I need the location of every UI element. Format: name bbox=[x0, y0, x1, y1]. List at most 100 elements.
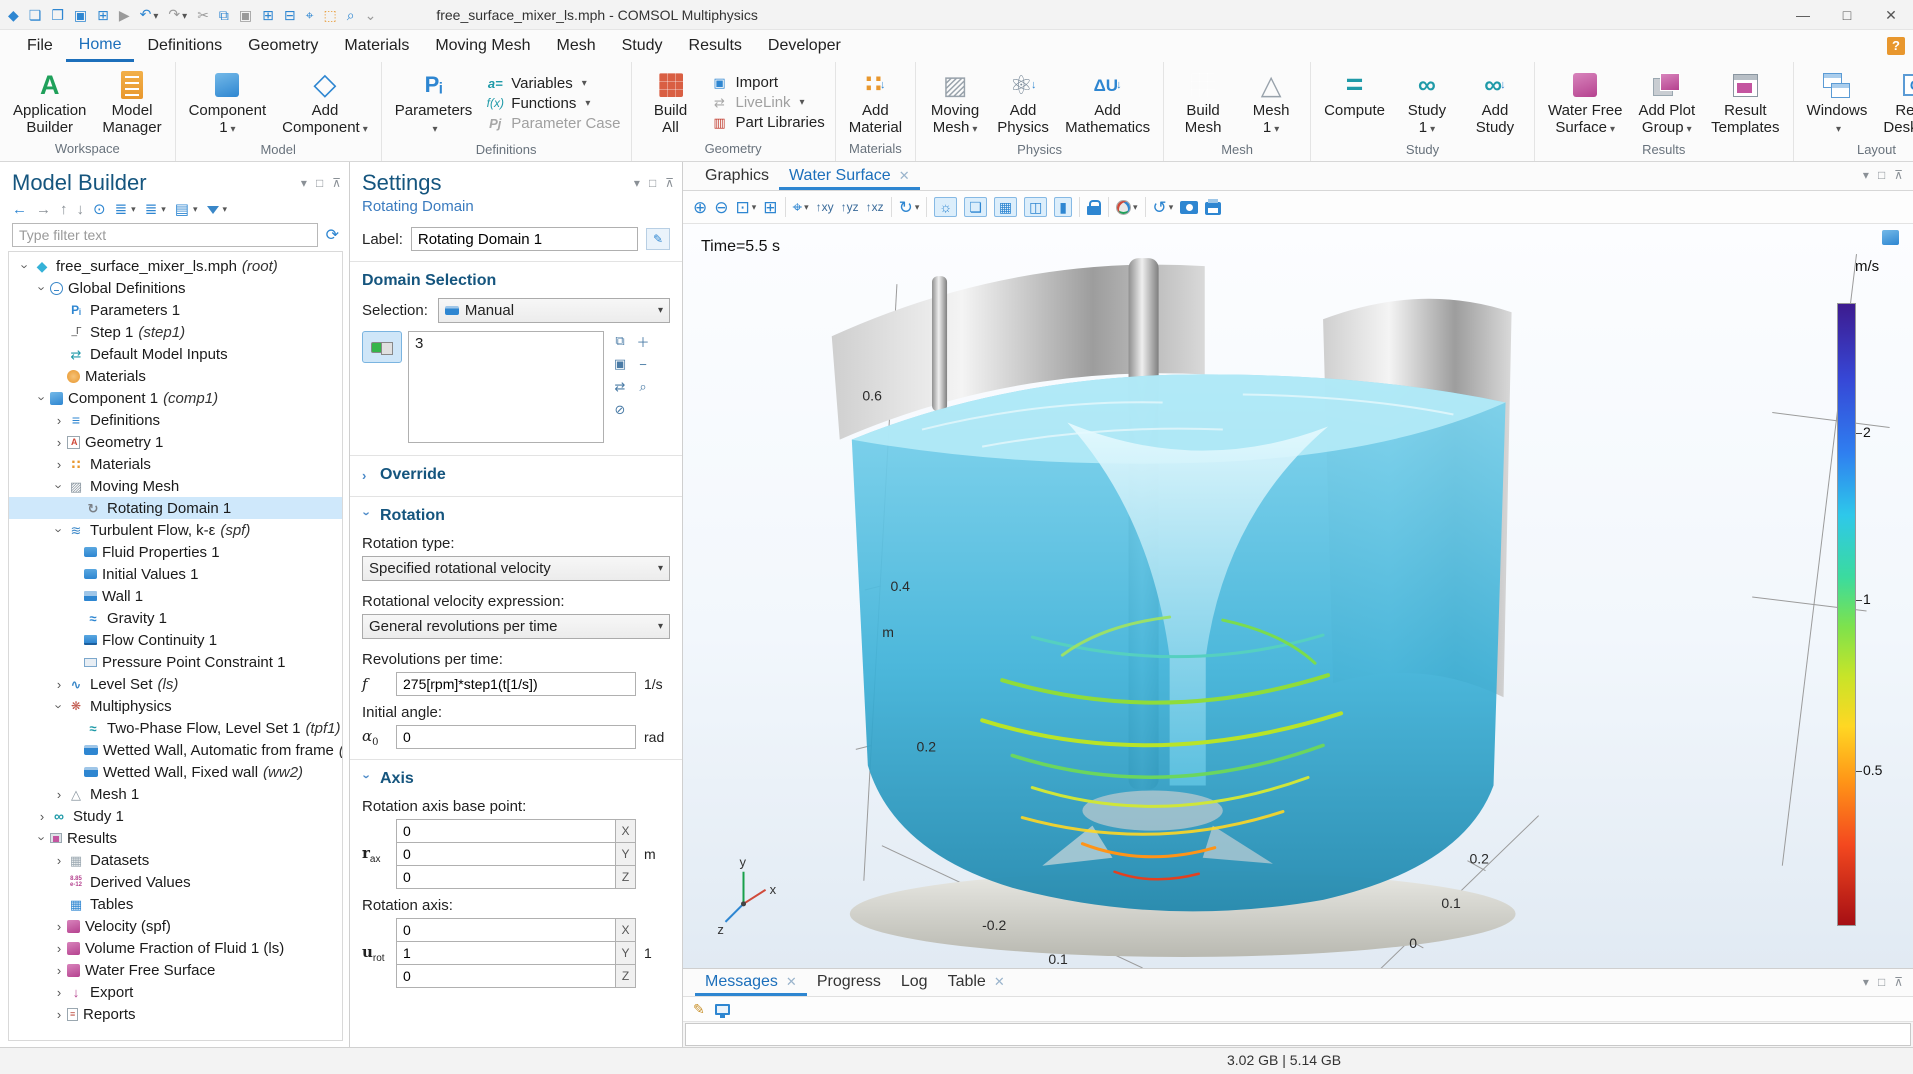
tree-item-wall-1[interactable]: Wall 1 bbox=[9, 585, 342, 607]
zoom-to-selection-icon[interactable]: ⌕ bbox=[633, 377, 653, 397]
close-button[interactable]: ✕ bbox=[1869, 0, 1913, 30]
panel-menu-icon[interactable]: ▾ bbox=[1863, 975, 1869, 989]
tree-item-definitions[interactable]: Definitions bbox=[9, 409, 342, 431]
tree-item-materials-global[interactable]: Materials bbox=[9, 365, 342, 387]
save-icon[interactable]: ▣ bbox=[74, 8, 87, 22]
menu-moving-mesh[interactable]: Moving Mesh bbox=[422, 30, 543, 62]
caret-icon[interactable] bbox=[51, 699, 67, 714]
cut-icon[interactable]: ✂ bbox=[197, 8, 209, 22]
tree-item-step[interactable]: Step 1(step1) bbox=[9, 321, 342, 343]
component-1-button[interactable]: Component1▾ bbox=[182, 66, 274, 140]
pin-panel-icon[interactable]: ⊼ bbox=[332, 176, 341, 190]
color-legend-icon[interactable]: ▮ bbox=[1054, 197, 1072, 217]
domain-selection-list[interactable]: 3 bbox=[408, 331, 604, 443]
plot-window-icon[interactable] bbox=[1882, 230, 1899, 245]
minimize-button[interactable]: — bbox=[1781, 0, 1825, 30]
tree-item-gravity-1[interactable]: Gravity 1 bbox=[9, 607, 342, 629]
menu-study[interactable]: Study bbox=[609, 30, 676, 62]
go-to-default-view-icon[interactable]: ⌖▾ bbox=[793, 199, 809, 216]
menu-mesh[interactable]: Mesh bbox=[543, 30, 608, 62]
paste-icon[interactable]: ▣ bbox=[239, 8, 252, 22]
tab-messages[interactable]: Messages✕ bbox=[695, 973, 807, 996]
caret-icon[interactable] bbox=[51, 523, 67, 538]
rotation-axis-y-input[interactable] bbox=[397, 942, 615, 964]
zoom-out-icon[interactable]: ⊖ bbox=[714, 199, 728, 216]
clear-selection-icon[interactable]: ⬚ bbox=[324, 8, 337, 22]
float-panel-icon[interactable]: □ bbox=[649, 176, 656, 190]
menu-materials[interactable]: Materials bbox=[331, 30, 422, 62]
tree-item-results[interactable]: Results bbox=[9, 827, 342, 849]
tab-table[interactable]: Table✕ bbox=[938, 973, 1015, 996]
caret-icon[interactable] bbox=[34, 391, 50, 406]
add-physics-button[interactable]: ⚛↓AddPhysics bbox=[990, 66, 1056, 140]
tree-item-velocity[interactable]: Velocity (spf) bbox=[9, 915, 342, 937]
tab-log[interactable]: Log bbox=[891, 973, 938, 996]
menu-definitions[interactable]: Definitions bbox=[134, 30, 235, 62]
add-material-button[interactable]: ∷↓AddMaterial bbox=[842, 66, 909, 139]
revolutions-per-time-input[interactable] bbox=[396, 672, 636, 696]
tree-item-wetted-wall-1[interactable]: Wetted Wall, Automatic from frame(ww1) bbox=[9, 739, 342, 761]
tree-item-mesh-1[interactable]: Mesh 1 bbox=[9, 783, 342, 805]
pin-panel-icon[interactable]: ⊼ bbox=[665, 176, 674, 190]
open-icon[interactable]: ❒ bbox=[51, 8, 64, 22]
filter-icon[interactable] bbox=[207, 206, 219, 214]
build-all-button[interactable]: BuildAll bbox=[638, 66, 704, 139]
caret-icon[interactable] bbox=[51, 1007, 67, 1022]
panel-menu-icon[interactable]: ▾ bbox=[301, 176, 307, 190]
tree-item-two-phase-flow[interactable]: Two-Phase Flow, Level Set 1(tpf1) bbox=[9, 717, 342, 739]
caret-icon[interactable] bbox=[51, 457, 67, 472]
run-icon[interactable]: ▶ bbox=[119, 8, 130, 22]
tree-item-wetted-wall-2[interactable]: Wetted Wall, Fixed wall(ww2) bbox=[9, 761, 342, 783]
tree-item-component-1[interactable]: Component 1(comp1) bbox=[9, 387, 342, 409]
tree-item-level-set[interactable]: Level Set(ls) bbox=[9, 673, 342, 695]
rve-dropdown[interactable]: General revolutions per time▾ bbox=[362, 614, 670, 639]
open-in-window-icon[interactable] bbox=[715, 1004, 730, 1015]
view-xz-icon[interactable]: ↑xz bbox=[866, 201, 884, 213]
initial-angle-input[interactable] bbox=[396, 725, 636, 749]
snapshot-icon[interactable] bbox=[1180, 201, 1198, 214]
caret-icon[interactable] bbox=[51, 413, 67, 428]
tree-item-flow-continuity-1[interactable]: Flow Continuity 1 bbox=[9, 629, 342, 651]
refresh-icon[interactable]: ⟳ bbox=[326, 225, 339, 245]
tree-item-parameters[interactable]: Parameters 1 bbox=[9, 299, 342, 321]
add-component-button[interactable]: ◇AddComponent▾ bbox=[275, 66, 375, 140]
appearance-icon[interactable]: ▾ bbox=[1116, 200, 1138, 215]
selection-list-item[interactable]: 3 bbox=[415, 335, 597, 352]
print-icon[interactable] bbox=[1205, 200, 1221, 215]
redo-icon[interactable]: ↷▾ bbox=[168, 7, 187, 22]
tree-item-materials[interactable]: Materials bbox=[9, 453, 342, 475]
variables-button[interactable]: a=Variables▾ bbox=[485, 75, 620, 92]
select-box-icon[interactable]: ⌖ bbox=[306, 8, 314, 22]
rotation-axis-z-input[interactable] bbox=[397, 965, 615, 987]
tree-item-multiphysics[interactable]: Multiphysics bbox=[9, 695, 342, 717]
tab-progress[interactable]: Progress bbox=[807, 973, 891, 996]
zoom-box-icon[interactable]: ⊡▾ bbox=[736, 199, 757, 216]
lock-icon[interactable] bbox=[1087, 200, 1101, 215]
move-up-icon[interactable]: ↑ bbox=[60, 202, 68, 217]
show-icon[interactable]: ⊙ bbox=[93, 202, 106, 217]
close-icon[interactable]: ✕ bbox=[899, 168, 910, 184]
study-1-button[interactable]: ∞Study1▾ bbox=[1394, 66, 1460, 140]
maximize-button[interactable]: □ bbox=[1825, 0, 1869, 30]
panel-menu-icon[interactable]: ▾ bbox=[1863, 168, 1869, 182]
add-study-button[interactable]: ∞↓AddStudy bbox=[1462, 66, 1528, 140]
back-icon[interactable]: ← bbox=[12, 202, 27, 217]
pin-panel-icon[interactable]: ⊼ bbox=[1894, 168, 1903, 182]
mesh-1-button[interactable]: △Mesh1▾ bbox=[1238, 66, 1304, 140]
section-rotation[interactable]: ›Rotation bbox=[350, 496, 682, 531]
menu-home[interactable]: Home bbox=[66, 30, 135, 62]
reset-desktop-button[interactable]: CResetDesktop▾ bbox=[1876, 66, 1913, 140]
part-libraries-button[interactable]: ▥Part Libraries bbox=[710, 114, 825, 131]
section-override[interactable]: ›Override bbox=[350, 455, 682, 490]
water-free-surface-button[interactable]: Water FreeSurface▾ bbox=[1541, 66, 1629, 140]
tree-item-water-free-surface[interactable]: Water Free Surface bbox=[9, 959, 342, 981]
windows-button[interactable]: Windows▾ bbox=[1800, 66, 1875, 140]
duplicate-icon[interactable]: ⊞ bbox=[262, 8, 274, 22]
messages-field[interactable] bbox=[685, 1023, 1911, 1046]
tree-item-tables[interactable]: Tables bbox=[9, 893, 342, 915]
scene-light-icon[interactable]: ☼ bbox=[934, 197, 957, 217]
copy-selection-icon[interactable]: ⧉ bbox=[610, 331, 630, 351]
tree-item-volume-fraction[interactable]: Volume Fraction of Fluid 1 (ls) bbox=[9, 937, 342, 959]
label-input[interactable] bbox=[411, 227, 638, 251]
base-point-x-input[interactable] bbox=[397, 820, 615, 842]
